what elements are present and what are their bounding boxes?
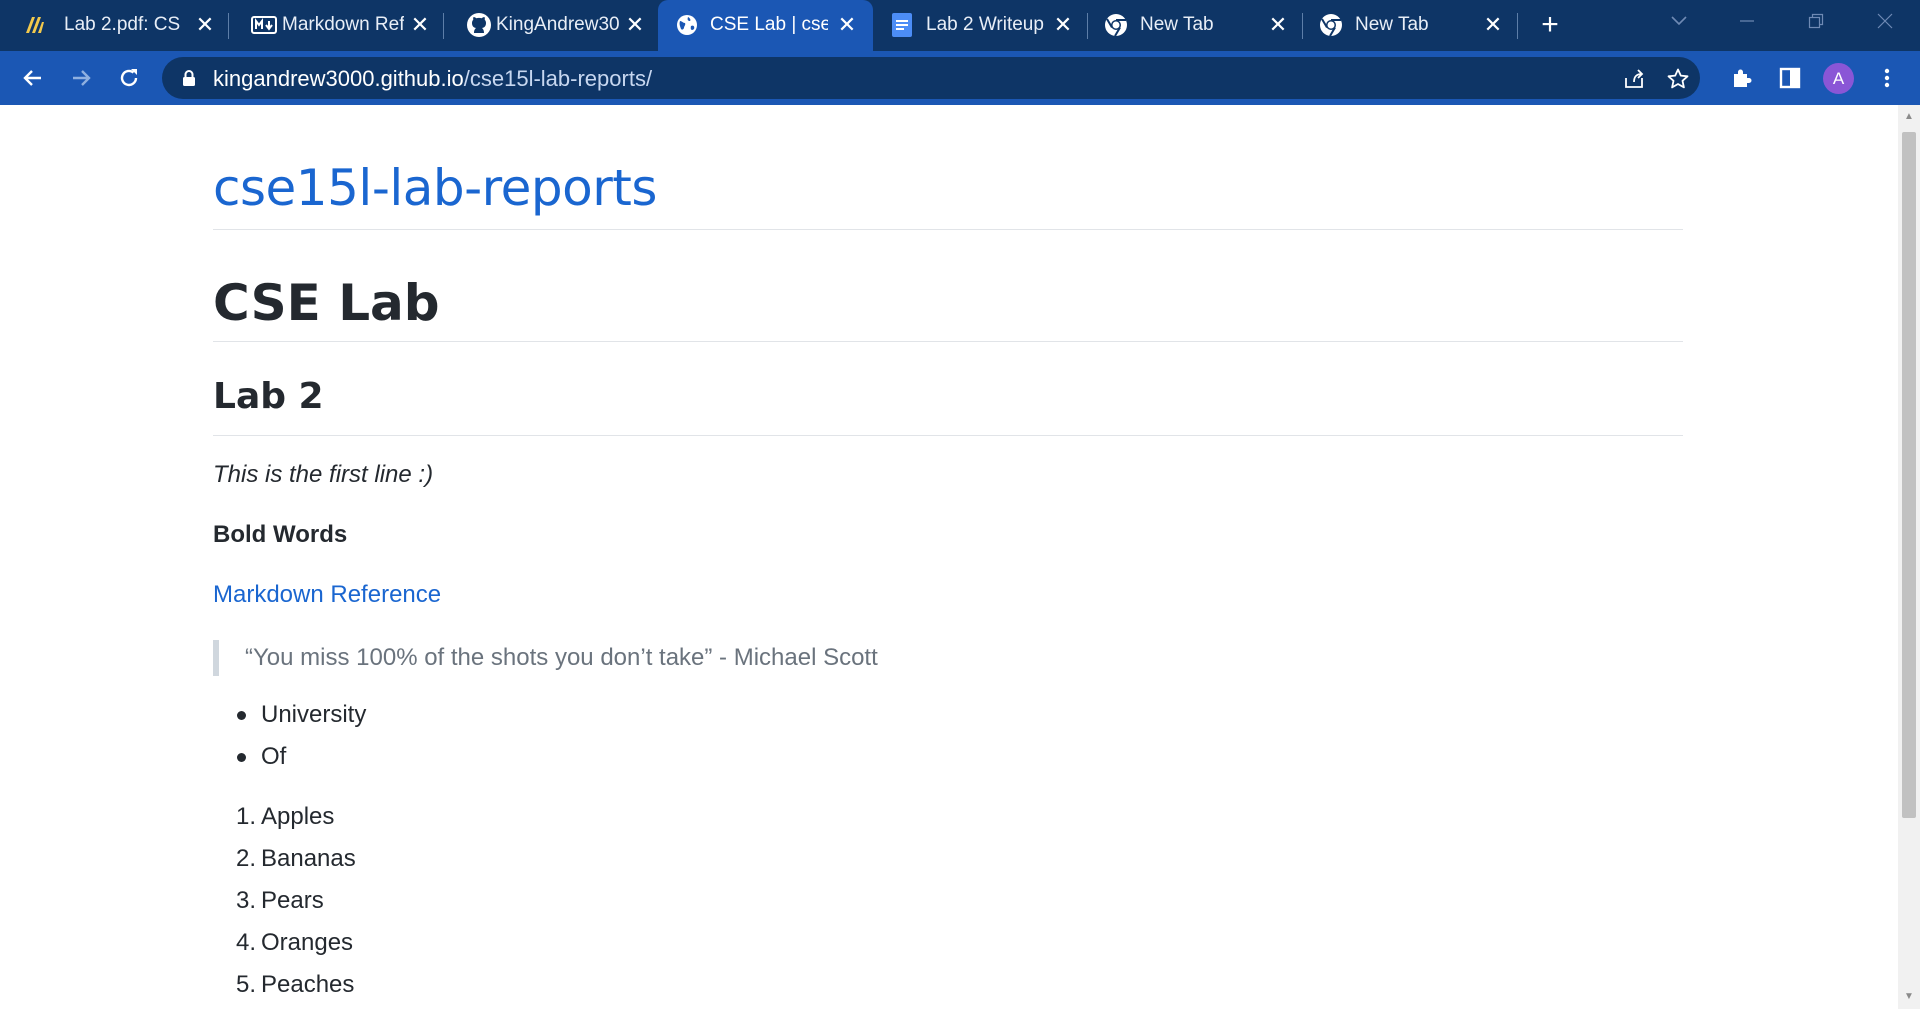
tab-strip: Lab 2.pdf: CSE ✕ Markdown Ref ✕ KingAndr… [0,0,1920,51]
lock-icon[interactable] [180,69,198,87]
bullet-icon [237,753,246,762]
bullet-icon [237,711,246,720]
browser-toolbar: kingandrew3000.github.io/cse15l-lab-repo… [0,51,1920,105]
side-panel-icon[interactable] [1773,61,1807,95]
close-icon[interactable]: ✕ [192,12,218,38]
tab-separator [1517,13,1518,39]
reload-button[interactable] [112,61,146,95]
section-heading: Lab 2 [213,376,324,417]
tab-markdown-reference[interactable]: Markdown Ref ✕ [229,0,443,51]
blockquote: “You miss 100% of the shots you don’t ta… [213,640,878,676]
tab-title: New Tab [1355,14,1429,35]
reload-icon [120,69,138,87]
chrome-icon [1103,12,1129,38]
site-title-link[interactable]: cse15l-lab-reports [213,158,657,218]
list-item-text: Of [261,743,287,770]
list-item-text: Pears [261,887,324,914]
tab-title: KingAndrew30 [496,14,619,35]
close-icon[interactable]: ✕ [407,12,433,38]
page-heading: CSE Lab [213,274,440,332]
back-button[interactable] [16,61,50,95]
scroll-down-arrow-icon[interactable]: ▼ [1898,987,1920,1007]
tab-title: Lab 2 Writeup [926,14,1044,35]
tab-title: Lab 2.pdf: CSE [64,14,180,35]
bold-line: Bold Words [213,521,348,548]
list-number: 4. [236,929,257,956]
tab-new-tab-1[interactable]: New Tab ✕ [1088,0,1302,51]
list-item-text: University [261,701,367,728]
tab-lab2-writeup[interactable]: Lab 2 Writeup ✕ [873,0,1087,51]
section-divider [213,435,1683,436]
url-path: /cse15l-lab-reports/ [463,66,653,91]
header-divider [213,229,1683,230]
markdown-reference-link[interactable]: Markdown Reference [213,580,441,610]
heading-divider [213,341,1683,342]
list-number: 2. [236,845,257,872]
tab-title: New Tab [1140,14,1214,35]
profile-avatar[interactable]: A [1823,63,1854,94]
page-viewport: cse15l-lab-reports CSE Lab Lab 2 This is… [0,105,1898,1009]
minimize-icon[interactable] [1727,8,1767,38]
tab-search-icon[interactable] [1659,8,1699,38]
list-item-text: Bananas [261,845,356,872]
restore-icon[interactable] [1796,8,1836,38]
forward-arrow-icon [73,70,91,86]
list-item-text: Apples [261,803,335,830]
github-icon [466,12,492,38]
tab-title: Markdown Ref [282,14,404,35]
url-text[interactable]: kingandrew3000.github.io/cse15l-lab-repo… [213,66,652,92]
globe-icon [674,12,700,38]
pdf-tool-icon [22,12,48,38]
new-tab-button[interactable]: + [1534,10,1566,42]
forward-button[interactable] [64,61,98,95]
bookmark-star-icon[interactable] [1664,65,1692,93]
address-bar[interactable]: kingandrew3000.github.io/cse15l-lab-repo… [162,57,1700,99]
close-icon[interactable]: ✕ [834,12,860,38]
tab-lab2-pdf[interactable]: Lab 2.pdf: CSE ✕ [0,0,228,51]
docs-icon [889,12,915,38]
share-icon[interactable] [1620,65,1648,93]
tab-title: CSE Lab | cse15 [710,14,828,35]
list-number: 1. [236,803,257,830]
list-number: 3. [236,887,257,914]
close-icon[interactable]: ✕ [1050,12,1076,38]
close-icon[interactable]: ✕ [1480,12,1506,38]
markdown-icon [251,12,277,38]
url-domain: kingandrew3000.github.io [213,66,464,91]
back-arrow-icon [23,70,41,86]
italic-line: This is the first line :) [213,461,434,488]
close-icon[interactable]: ✕ [622,12,648,38]
close-icon[interactable]: ✕ [1265,12,1291,38]
close-window-icon[interactable] [1865,8,1905,38]
list-item-text: Peaches [261,971,355,998]
scroll-thumb[interactable] [1902,132,1916,818]
list-number: 5. [236,971,257,998]
extensions-icon[interactable] [1725,61,1759,95]
list-item-text: Oranges [261,929,354,956]
scroll-up-arrow-icon[interactable]: ▲ [1898,107,1920,127]
more-menu-icon[interactable] [1870,61,1904,95]
vertical-scrollbar[interactable]: ▲ ▼ [1898,105,1920,1009]
tab-github[interactable]: KingAndrew30 ✕ [444,0,658,51]
chrome-icon [1318,12,1344,38]
tab-cse-lab[interactable]: CSE Lab | cse15 ✕ [658,0,873,51]
tab-new-tab-2[interactable]: New Tab ✕ [1303,0,1517,51]
